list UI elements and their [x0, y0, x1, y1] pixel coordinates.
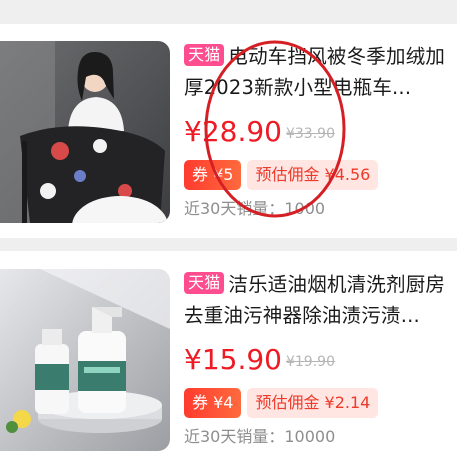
tmall-badge: 天猫 [184, 272, 225, 294]
commission-tag: 预估佣金 ¥4.56 [247, 160, 379, 190]
product-info: 天猫 洁乐适油烟机清洗剂厨房去重油污神器除油渍污渍... ¥15.90 ¥19.90… [184, 269, 453, 448]
product-image[interactable] [0, 41, 170, 223]
product-info: 天猫 电动车挡风被冬季加绒加厚2023新款小型电瓶车... ¥28.90 ¥33.9… [184, 41, 453, 220]
sales-count: 近30天销量：1000 [184, 199, 326, 218]
commission-tag: 预估佣金 ¥2.14 [247, 388, 379, 418]
price-row: ¥15.90 ¥19.90 [184, 343, 453, 377]
tmall-badge: 天猫 [184, 44, 225, 66]
scooter-windshield-photo-icon [0, 41, 170, 223]
product-image[interactable] [0, 269, 170, 451]
cleaner-bottles-photo-icon [0, 269, 170, 451]
product-title[interactable]: 天猫 洁乐适油烟机清洗剂厨房去重油污神器除油渍污渍... [184, 269, 453, 331]
original-price: ¥33.90 [285, 126, 335, 142]
current-price: ¥15.90 [184, 343, 282, 376]
coupon-tag[interactable]: 券 ¥4 [184, 388, 242, 418]
product-card[interactable]: 天猫 洁乐适油烟机清洗剂厨房去重油污神器除油渍污渍... ¥15.90 ¥19.90… [0, 251, 457, 467]
product-card[interactable]: 天猫 电动车挡风被冬季加绒加厚2023新款小型电瓶车... ¥28.90 ¥33.9… [0, 24, 457, 238]
tag-row: 券 ¥4 预估佣金 ¥2.14 [184, 388, 453, 418]
product-title[interactable]: 天猫 电动车挡风被冬季加绒加厚2023新款小型电瓶车... [184, 41, 453, 103]
coupon-tag[interactable]: 券 ¥5 [184, 160, 242, 190]
tag-row: 券 ¥5 预估佣金 ¥4.56 [184, 160, 453, 190]
product-list-page: 天猫 电动车挡风被冬季加绒加厚2023新款小型电瓶车... ¥28.90 ¥33.9… [0, 0, 457, 467]
original-price: ¥19.90 [285, 354, 335, 370]
current-price: ¥28.90 [184, 115, 282, 148]
sales-count: 近30天销量：10000 [184, 427, 336, 446]
price-row: ¥28.90 ¥33.90 [184, 115, 453, 149]
